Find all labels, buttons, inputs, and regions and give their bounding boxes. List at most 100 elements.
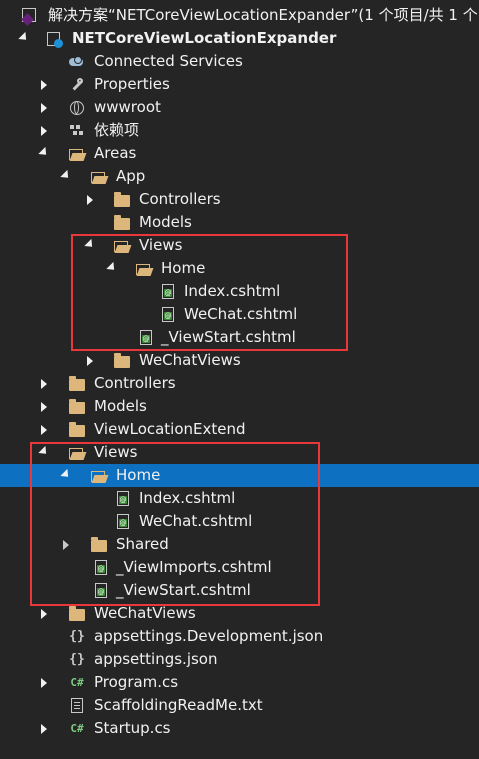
tree-item-label: Views: [94, 443, 138, 461]
cshtml-file-icon: @: [137, 330, 155, 346]
folder-icon: [68, 398, 86, 415]
wrench-icon: [68, 77, 86, 93]
tree-item-label: App: [116, 167, 146, 185]
tree-item-file[interactable]: @ _ViewStart.cshtml: [0, 579, 479, 602]
tree-item-models[interactable]: Models: [0, 211, 479, 234]
tree-item-file[interactable]: @ Index.cshtml: [0, 280, 479, 303]
tree-item-wechatviews[interactable]: WeChatViews: [0, 349, 479, 372]
tree-item-connected-services[interactable]: Connected Services: [0, 50, 479, 73]
collapsed-arrow-icon[interactable]: [84, 194, 96, 206]
tree-item-home[interactable]: Home: [0, 257, 479, 280]
collapsed-arrow-icon[interactable]: [38, 723, 50, 735]
tree-item-label: WeChatViews: [139, 351, 241, 369]
collapsed-arrow-icon[interactable]: [38, 125, 50, 137]
tree-item-label: ScaffoldingReadMe.txt: [94, 696, 263, 714]
tree-item-app[interactable]: App: [0, 165, 479, 188]
solution-explorer-tree: 解决方案“NETCoreViewLocationExpander”(1 个项目/…: [0, 0, 479, 759]
collapsed-arrow-icon[interactable]: [38, 378, 50, 390]
folder-icon: [90, 536, 108, 553]
collapsed-arrow-icon[interactable]: [38, 677, 50, 689]
tree-item-label: _ViewStart.cshtml: [116, 581, 251, 599]
tree-item-label: Connected Services: [94, 52, 243, 70]
collapsed-arrow-icon[interactable]: [38, 608, 50, 620]
collapsed-arrow-icon[interactable]: [38, 79, 50, 91]
expanded-arrow-icon[interactable]: [84, 238, 96, 252]
tree-item-home-selected[interactable]: Home: [0, 464, 479, 487]
tree-item-file[interactable]: {} appsettings.Development.json: [0, 625, 479, 648]
expanded-arrow-icon[interactable]: [106, 261, 118, 275]
cshtml-file-icon: @: [159, 284, 177, 300]
collapsed-arrow-icon[interactable]: [38, 102, 50, 114]
folder-icon: [113, 214, 131, 231]
tree-item-file[interactable]: @ Index.cshtml: [0, 487, 479, 510]
folder-open-icon: [135, 261, 153, 277]
tree-item-label: wwwroot: [94, 98, 161, 116]
folder-open-icon: [68, 146, 86, 162]
tree-item-file[interactable]: C# Program.cs: [0, 671, 479, 694]
tree-item-wwwroot[interactable]: wwwroot: [0, 96, 479, 119]
solution-label: 解决方案“NETCoreViewLocationExpander”(1 个项目/…: [48, 6, 479, 24]
tree-item-views[interactable]: Views: [0, 234, 479, 257]
tree-item-properties[interactable]: Properties: [0, 73, 479, 96]
expanded-arrow-icon[interactable]: [60, 468, 72, 482]
project-node[interactable]: NETCoreViewLocationExpander: [0, 27, 479, 50]
expanded-arrow-icon[interactable]: [38, 445, 50, 459]
connected-services-icon: [68, 54, 86, 70]
tree-item-models[interactable]: Models: [0, 395, 479, 418]
tree-item-label: Home: [116, 466, 161, 484]
folder-icon: [113, 352, 131, 369]
expanded-arrow-icon[interactable]: [38, 146, 50, 160]
cshtml-file-icon: @: [92, 583, 110, 599]
expanded-arrow-icon[interactable]: [18, 31, 30, 45]
cshtml-file-icon: @: [114, 491, 132, 507]
collapsed-arrow-icon[interactable]: [38, 401, 50, 413]
cshtml-file-icon: @: [114, 514, 132, 530]
tree-item-file[interactable]: @ WeChat.cshtml: [0, 510, 479, 533]
tree-item-file[interactable]: {} appsettings.json: [0, 648, 479, 671]
tree-item-label: WeChat.cshtml: [184, 305, 298, 323]
tree-item-file[interactable]: @ _ViewImports.cshtml: [0, 556, 479, 579]
folder-open-icon: [68, 445, 86, 461]
tree-item-dependencies[interactable]: 依赖项: [0, 119, 479, 142]
folder-open-icon: [113, 238, 131, 254]
expanded-arrow-icon[interactable]: [60, 169, 72, 183]
tree-item-label: Index.cshtml: [184, 282, 281, 300]
tree-item-controllers[interactable]: Controllers: [0, 372, 479, 395]
tree-item-label: _ViewImports.cshtml: [116, 558, 272, 576]
tree-item-viewlocationextend[interactable]: ViewLocationExtend: [0, 418, 479, 441]
tree-item-label: Properties: [94, 75, 170, 93]
tree-item-file[interactable]: @ _ViewStart.cshtml: [0, 326, 479, 349]
tree-item-label: WeChat.cshtml: [139, 512, 253, 530]
tree-item-label: ViewLocationExtend: [94, 420, 246, 438]
tree-item-wechatviews[interactable]: WeChatViews: [0, 602, 479, 625]
tree-item-label: Controllers: [94, 374, 176, 392]
tree-item-file[interactable]: @ WeChat.cshtml: [0, 303, 479, 326]
folder-icon: [68, 375, 86, 392]
tree-item-label: Areas: [94, 144, 137, 162]
solution-node[interactable]: 解决方案“NETCoreViewLocationExpander”(1 个项目/…: [0, 4, 479, 27]
dependencies-icon: [68, 123, 86, 139]
folder-icon: [113, 191, 131, 208]
collapsed-arrow-icon[interactable]: [84, 355, 96, 367]
project-label: NETCoreViewLocationExpander: [72, 29, 337, 47]
folder-open-icon: [90, 468, 108, 484]
folder-icon: [68, 421, 86, 438]
folder-icon: [68, 605, 86, 622]
csharp-file-icon: C#: [70, 676, 84, 689]
tree-item-label: appsettings.Development.json: [94, 627, 324, 645]
tree-item-shared[interactable]: Shared: [0, 533, 479, 556]
tree-item-areas[interactable]: Areas: [0, 142, 479, 165]
tree-item-label: _ViewStart.cshtml: [161, 328, 296, 346]
cshtml-file-icon: @: [159, 307, 177, 323]
tree-item-label: Models: [94, 397, 147, 415]
collapsed-arrow-icon[interactable]: [60, 539, 72, 551]
tree-item-label: Program.cs: [94, 673, 179, 691]
tree-item-file[interactable]: ScaffoldingReadMe.txt: [0, 694, 479, 717]
tree-item-label: Shared: [116, 535, 169, 553]
tree-item-file[interactable]: C# Startup.cs: [0, 717, 479, 740]
tree-item-label: Startup.cs: [94, 719, 171, 737]
collapsed-arrow-icon[interactable]: [38, 424, 50, 436]
tree-item-controllers[interactable]: Controllers: [0, 188, 479, 211]
tree-item-label: 依赖项: [94, 121, 140, 139]
tree-item-views[interactable]: Views: [0, 441, 479, 464]
